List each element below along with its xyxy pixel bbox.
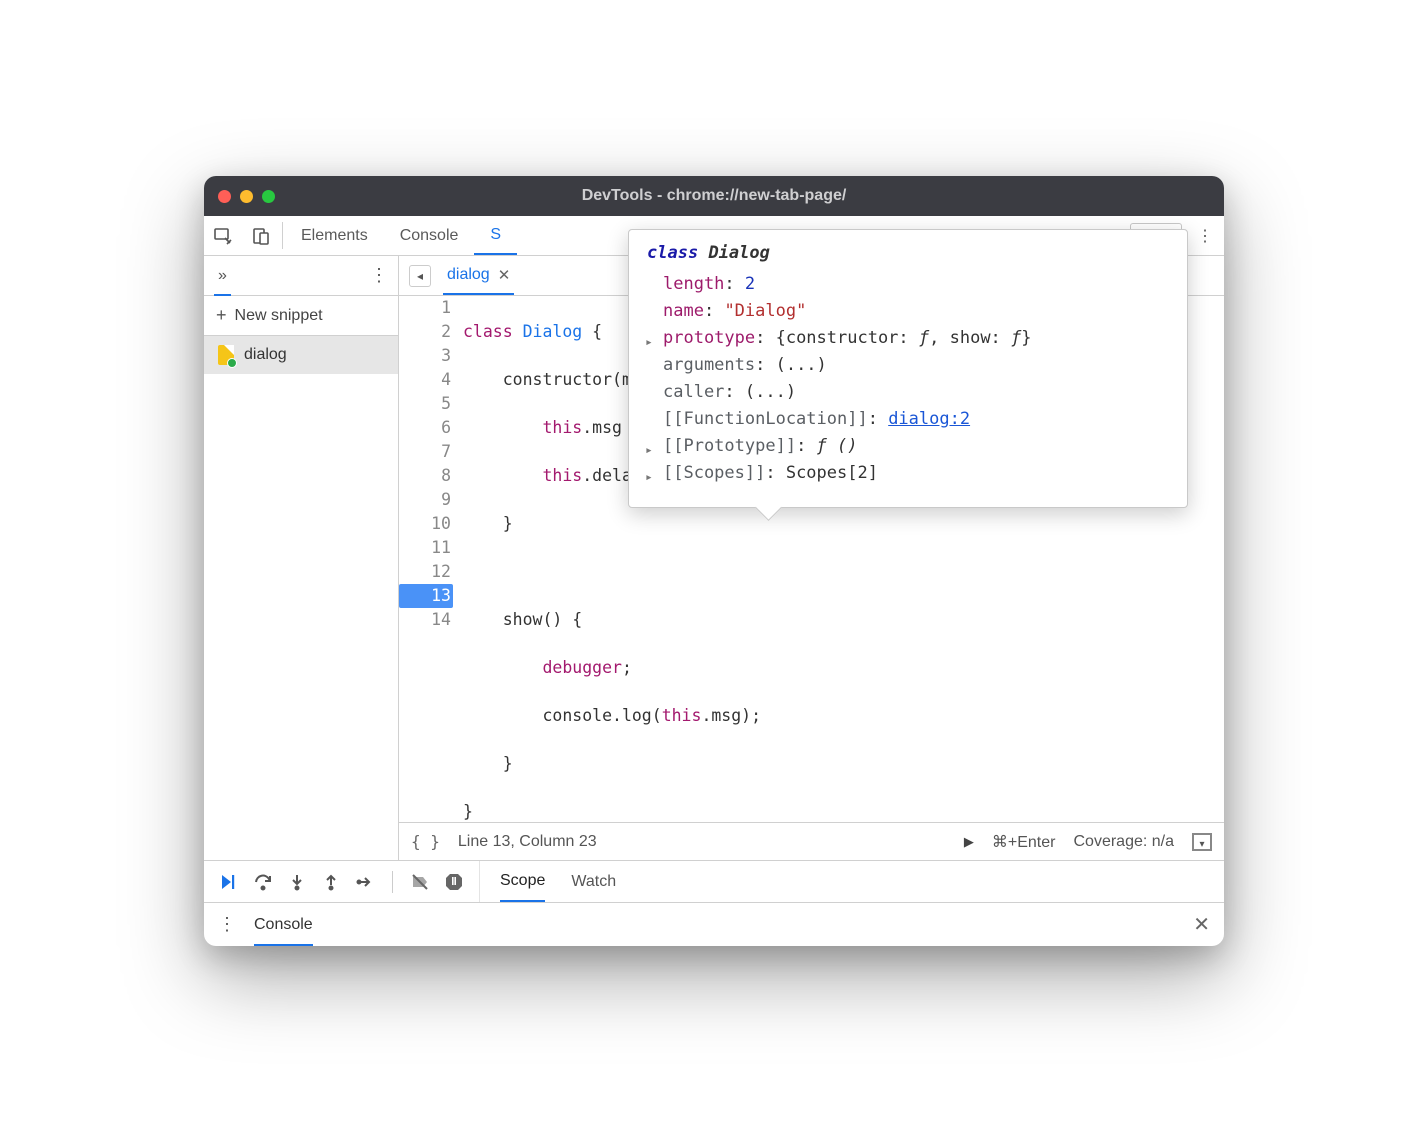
popover-property-row[interactable]: [[Prototype]]: ƒ () [643,433,1173,460]
drawer-menu-icon[interactable]: ⋮ [218,914,236,935]
tab-elements[interactable]: Elements [285,216,384,255]
step-out-icon[interactable] [320,871,342,893]
popover-property-row: length: 2 [643,271,1173,298]
sidebar-expand-icon[interactable]: » [214,267,231,296]
format-icon[interactable]: { } [411,832,440,851]
minimize-window-button[interactable] [240,190,253,203]
run-shortcut: ⌘+Enter [992,832,1056,852]
line-gutter: 1234 5678 9101112 1314 [399,296,459,822]
navigator-sidebar: » ⋮ + New snippet dialog [204,256,399,860]
deactivate-breakpoints-icon[interactable] [409,871,431,893]
new-snippet-label: New snippet [235,307,323,325]
snippet-item[interactable]: dialog [204,336,398,374]
popover-property-row: arguments: (...) [643,352,1173,379]
cursor-position: Line 13, Column 23 [458,833,597,851]
editor-tab-dialog[interactable]: dialog ✕ [443,256,514,295]
sidebar-header: » ⋮ [204,256,398,296]
kebab-menu-icon[interactable]: ⋮ [1186,216,1224,255]
window-controls [218,190,275,203]
popover-property-row[interactable]: prototype: {constructor: ƒ, show: ƒ} [643,325,1173,352]
console-drawer: ⋮ Console ✕ [204,902,1224,946]
right-panel-tabs: Scope Watch [480,861,636,902]
plus-icon: + [216,305,227,326]
close-window-button[interactable] [218,190,231,203]
drawer-close-icon[interactable]: ✕ [1193,912,1210,937]
popover-header: class Dialog [643,240,1173,267]
popover-property-row: caller: (...) [643,379,1173,406]
new-snippet-button[interactable]: + New snippet [204,296,398,336]
tab-sources[interactable]: S [474,216,517,255]
drawer-console-tab[interactable]: Console [254,916,313,946]
editor-tab-label: dialog [447,266,490,284]
popover-property-row: name: "Dialog" [643,298,1173,325]
step-into-icon[interactable] [286,871,308,893]
inspect-element-icon[interactable] [204,216,242,255]
coverage-box-icon[interactable]: ▾ [1192,833,1212,851]
popover-property-row[interactable]: [[Scopes]]: Scopes[2] [643,460,1173,487]
popover-property-row: [[FunctionLocation]]: dialog:2 [643,406,1173,433]
popover-class-name: Dialog [708,243,769,263]
editor-statusbar: { } Line 13, Column 23 ▶ ⌘+Enter Coverag… [399,822,1224,860]
step-icon[interactable] [354,871,376,893]
debugger-bar: Scope Watch [204,860,1224,902]
tab-console[interactable]: Console [384,216,475,255]
editor-nav-icon[interactable]: ◂ [409,265,431,287]
popover-keyword: class [647,243,698,263]
tab-watch[interactable]: Watch [571,861,616,902]
snippet-file-icon [218,345,234,365]
run-icon[interactable]: ▶ [964,834,974,850]
sidebar-menu-icon[interactable]: ⋮ [370,265,388,286]
close-tab-icon[interactable]: ✕ [498,266,511,284]
debug-controls [204,861,480,902]
window-title: DevTools - chrome://new-tab-page/ [204,187,1224,205]
tab-scope[interactable]: Scope [500,861,545,902]
step-over-icon[interactable] [252,871,274,893]
titlebar: DevTools - chrome://new-tab-page/ [204,176,1224,216]
snippet-item-label: dialog [244,346,287,364]
coverage-label: Coverage: n/a [1073,833,1174,851]
resume-icon[interactable] [218,871,240,893]
pause-exceptions-icon[interactable] [443,871,465,893]
devtools-window: DevTools - chrome://new-tab-page/ Elemen… [204,176,1224,946]
object-preview-popover: class Dialog length: 2name: "Dialog"prot… [628,229,1188,508]
maximize-window-button[interactable] [262,190,275,203]
device-toggle-icon[interactable] [242,216,280,255]
